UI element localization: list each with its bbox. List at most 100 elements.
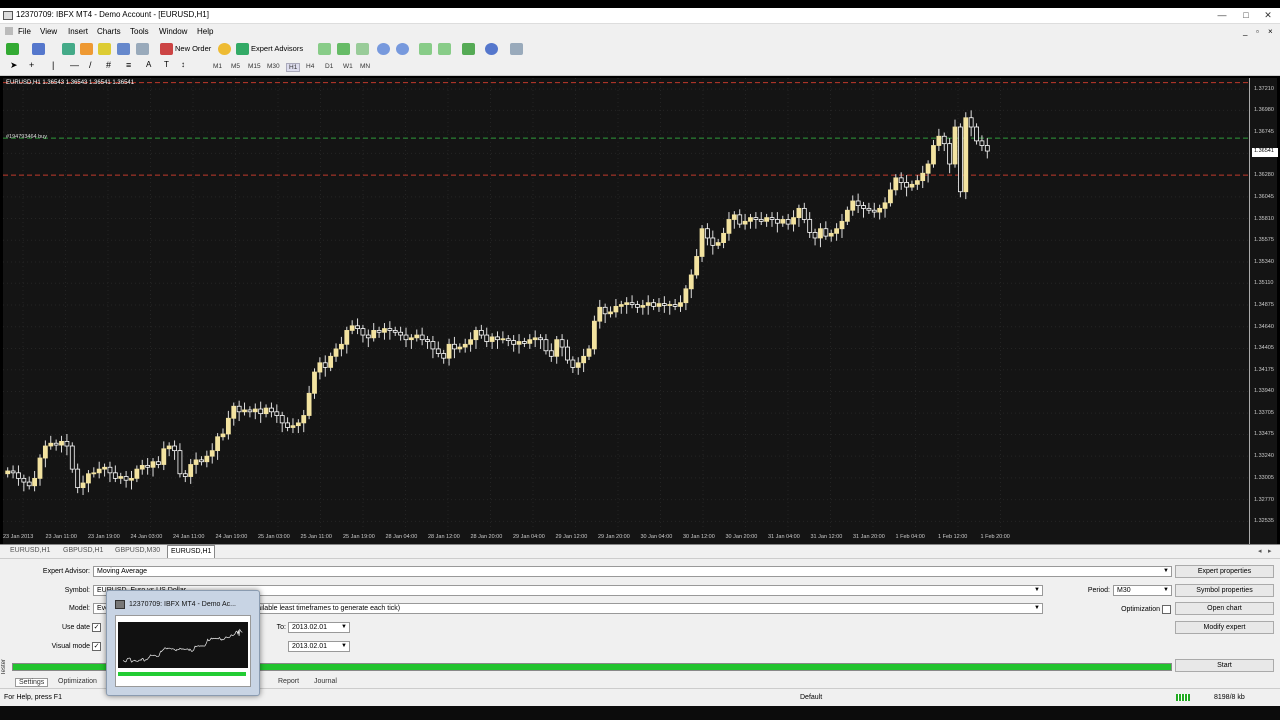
- start-button[interactable]: Start: [1175, 659, 1274, 672]
- crosshair-icon[interactable]: +: [29, 60, 34, 70]
- indicators-icon[interactable]: [462, 43, 475, 55]
- to-date-field[interactable]: 2013.02.01 ▼: [288, 622, 350, 633]
- zoom-in-icon[interactable]: [377, 43, 390, 55]
- thumbnail-chart: [118, 622, 248, 668]
- candlestick-icon[interactable]: [337, 43, 350, 55]
- mdi-restore-button[interactable]: ▫: [1256, 27, 1259, 36]
- skip-to-field[interactable]: 2013.02.01 ▼: [288, 641, 350, 652]
- menu-window[interactable]: Window: [159, 27, 187, 36]
- bear-candle-body: [979, 140, 985, 146]
- chart-tab[interactable]: GBPUSD,H1: [63, 547, 103, 554]
- candle: [538, 334, 543, 349]
- bull-candle-body: [516, 341, 522, 345]
- candle: [435, 341, 441, 358]
- tf-m30[interactable]: M30: [267, 63, 280, 70]
- tab-scroll-right-icon[interactable]: ▸: [1268, 547, 1272, 555]
- tf-w1[interactable]: W1: [343, 63, 353, 70]
- candle: [963, 112, 969, 200]
- tab-report[interactable]: Report: [278, 678, 299, 685]
- tf-mn[interactable]: MN: [360, 63, 370, 70]
- tf-m5[interactable]: M5: [231, 63, 240, 70]
- strategy-tester-icon[interactable]: [136, 43, 149, 55]
- maximize-button[interactable]: □: [1236, 9, 1256, 21]
- bull-candle-body: [80, 482, 86, 489]
- price-tick-label: 1.35810: [1254, 215, 1274, 222]
- chart-shift-icon[interactable]: [419, 43, 432, 55]
- tf-m1[interactable]: M1: [213, 63, 222, 70]
- expert-advisors-button[interactable]: Expert Advisors: [251, 44, 303, 53]
- horizontal-line-icon[interactable]: —: [70, 60, 79, 70]
- periods-icon[interactable]: [485, 43, 498, 55]
- expert-advisors-icon[interactable]: [236, 43, 249, 55]
- menu-tools[interactable]: Tools: [130, 27, 149, 36]
- chart-tab-active[interactable]: EURUSD,H1: [167, 545, 216, 558]
- menu-file[interactable]: File: [18, 27, 31, 36]
- new-order-icon[interactable]: [160, 43, 173, 55]
- trendline-icon[interactable]: /: [89, 60, 92, 70]
- profiles-icon[interactable]: [32, 43, 45, 55]
- candle: [748, 213, 753, 229]
- candle: [398, 326, 404, 341]
- bull-candle-body: [818, 228, 823, 239]
- chart-area[interactable]: [3, 78, 1249, 544]
- terminal-icon[interactable]: [117, 43, 130, 55]
- minimize-button[interactable]: —: [1212, 9, 1232, 21]
- metaeditor-icon[interactable]: [218, 43, 231, 55]
- data-window-icon[interactable]: [80, 43, 93, 55]
- period-select[interactable]: M30 ▼: [1113, 585, 1172, 596]
- menu-charts[interactable]: Charts: [97, 27, 121, 36]
- bull-candle-body: [839, 220, 845, 230]
- tab-scroll-left-icon[interactable]: ◂: [1258, 547, 1262, 555]
- mdi-minimize-button[interactable]: _: [1243, 27, 1247, 36]
- tab-settings[interactable]: Settings: [15, 678, 49, 687]
- line-chart-icon[interactable]: [356, 43, 369, 55]
- text-label-icon[interactable]: T: [164, 60, 169, 69]
- candle: [828, 229, 834, 242]
- navigator-icon[interactable]: [98, 43, 111, 55]
- time-tick-label: 1 Feb 04:00: [895, 534, 925, 540]
- open-chart-button[interactable]: Open chart: [1175, 602, 1274, 615]
- tab-journal[interactable]: Journal: [314, 678, 337, 685]
- text-tool-icon[interactable]: A: [146, 60, 151, 69]
- tf-h4[interactable]: H4: [306, 63, 314, 70]
- bull-candle-body: [371, 330, 377, 339]
- optimization-checkbox[interactable]: [1162, 605, 1171, 614]
- expert-advisor-select[interactable]: Moving Average ▼: [93, 566, 1172, 577]
- taskbar-thumbnail[interactable]: 12370709: IBFX MT4 - Demo Ac...: [106, 590, 260, 696]
- menu-insert[interactable]: Insert: [68, 27, 88, 36]
- zoom-out-icon[interactable]: [396, 43, 409, 55]
- autoscroll-icon[interactable]: [438, 43, 451, 55]
- channel-icon[interactable]: #: [106, 60, 111, 70]
- doc-icon[interactable]: [5, 27, 13, 35]
- menu-help[interactable]: Help: [197, 27, 213, 36]
- new-order-button[interactable]: New Order: [175, 44, 211, 53]
- visual-mode-checkbox[interactable]: ✓: [92, 642, 101, 651]
- mdi-close-button[interactable]: ×: [1268, 27, 1273, 36]
- tf-d1[interactable]: D1: [325, 63, 333, 70]
- chart-tab[interactable]: GBPUSD,M30: [115, 547, 160, 554]
- tester-side-label: Tester: [1, 659, 7, 676]
- templates-icon[interactable]: [510, 43, 523, 55]
- use-date-checkbox[interactable]: ✓: [92, 623, 101, 632]
- bull-candle-body: [328, 355, 334, 368]
- tab-optimization[interactable]: Optimization: [58, 678, 97, 685]
- symbol-properties-button[interactable]: Symbol properties: [1175, 584, 1274, 597]
- tf-h1[interactable]: H1: [286, 63, 301, 72]
- arrows-icon[interactable]: ↕: [181, 60, 185, 69]
- menu-view[interactable]: View: [40, 27, 57, 36]
- chart-tab[interactable]: EURUSD,H1: [10, 547, 50, 554]
- cursor-icon[interactable]: ➤: [10, 60, 18, 71]
- vertical-line-icon[interactable]: |: [52, 60, 54, 70]
- modify-expert-button[interactable]: Modify expert: [1175, 621, 1274, 634]
- candle: [59, 435, 64, 453]
- fibonacci-icon[interactable]: ≡: [126, 60, 131, 70]
- bear-candle-body: [984, 145, 990, 152]
- close-button[interactable]: ✕: [1258, 9, 1278, 21]
- market-watch-icon[interactable]: [62, 43, 75, 55]
- tf-m15[interactable]: M15: [248, 63, 261, 70]
- candle: [925, 160, 931, 183]
- new-chart-icon[interactable]: [6, 43, 19, 55]
- expert-properties-button[interactable]: Expert properties: [1175, 565, 1274, 578]
- candle: [834, 223, 839, 241]
- bar-chart-icon[interactable]: [318, 43, 331, 55]
